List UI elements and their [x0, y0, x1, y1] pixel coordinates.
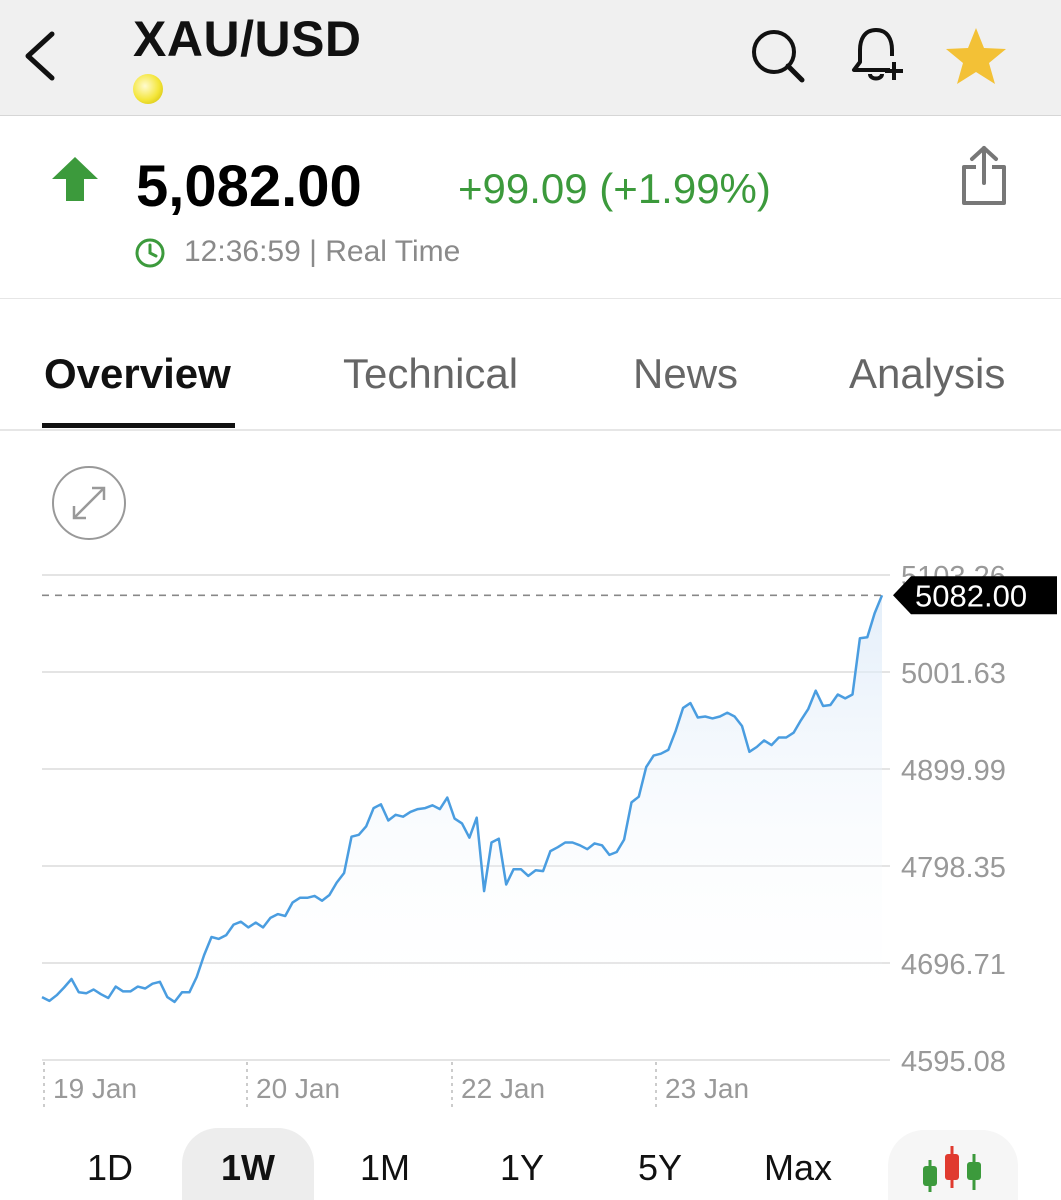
expand-chart-button[interactable]	[52, 466, 126, 540]
share-icon	[962, 146, 1006, 205]
range-selector: 1D 1W 1M 1Y 5Y Max	[0, 1128, 1061, 1200]
back-icon	[25, 31, 55, 81]
y-tick-label: 5001.63	[901, 658, 1006, 690]
y-axis: 5103.265001.634899.994798.354696.714595.…	[901, 561, 1006, 1078]
current-price: 5,082.00	[136, 154, 362, 219]
candlestick-icon	[923, 1146, 981, 1192]
y-tick-label: 4899.99	[901, 755, 1006, 787]
favorite-button[interactable]	[944, 24, 1008, 88]
active-tab-indicator	[42, 423, 235, 428]
search-button[interactable]	[746, 24, 810, 88]
instrument-title: XAU/USD	[133, 11, 362, 67]
tab-bar: Overview Technical News Analysis	[0, 300, 1061, 431]
current-price-tag-label: 5082.00	[915, 578, 1027, 613]
back-button[interactable]	[18, 26, 68, 86]
x-tick-label: 19 Jan	[53, 1073, 137, 1104]
expand-icon	[72, 486, 106, 520]
y-tick-label: 4798.35	[901, 852, 1006, 884]
up-arrow-icon	[52, 157, 98, 201]
quote-panel: 5,082.00 +99.09 (+1.99%) 12:36:59 | Real…	[0, 117, 1061, 299]
search-icon	[752, 30, 805, 83]
bell-plus-icon	[852, 28, 903, 81]
x-tick-label: 20 Jan	[256, 1073, 340, 1104]
range-1m[interactable]: 1M	[323, 1128, 447, 1200]
range-5y[interactable]: 5Y	[598, 1128, 722, 1200]
tab-overview[interactable]: Overview	[44, 350, 231, 398]
gold-coin-icon	[133, 74, 163, 104]
star-icon	[946, 28, 1006, 84]
x-tick-label: 22 Jan	[461, 1073, 545, 1104]
price-area	[42, 595, 882, 1020]
x-tick-label: 23 Jan	[665, 1073, 749, 1104]
range-1y[interactable]: 1Y	[460, 1128, 584, 1200]
add-alert-button[interactable]	[846, 24, 910, 88]
top-bar: XAU/USD	[0, 0, 1061, 116]
share-button[interactable]	[958, 145, 1010, 207]
tab-news[interactable]: News	[633, 350, 738, 398]
y-tick-label: 4595.08	[901, 1046, 1006, 1078]
clock-icon	[135, 238, 165, 268]
y-tick-label: 4696.71	[901, 949, 1006, 981]
range-1d[interactable]: 1D	[48, 1128, 172, 1200]
current-price-marker: 5082.00	[893, 576, 1057, 615]
tab-technical[interactable]: Technical	[343, 350, 518, 398]
x-axis: 19 Jan 20 Jan 22 Jan 23 Jan	[43, 1062, 749, 1108]
price-change: +99.09 (+1.99%)	[458, 165, 771, 212]
tab-analysis[interactable]: Analysis	[849, 350, 1005, 398]
price-chart[interactable]: 19 Jan20 Jan22 Jan23 Jan 5103.265001.634…	[0, 540, 1061, 1120]
candlestick-toggle-button[interactable]	[888, 1130, 1018, 1200]
range-1w[interactable]: 1W	[182, 1128, 314, 1200]
quote-time: 12:36:59 | Real Time	[184, 235, 461, 268]
range-max[interactable]: Max	[736, 1128, 860, 1200]
